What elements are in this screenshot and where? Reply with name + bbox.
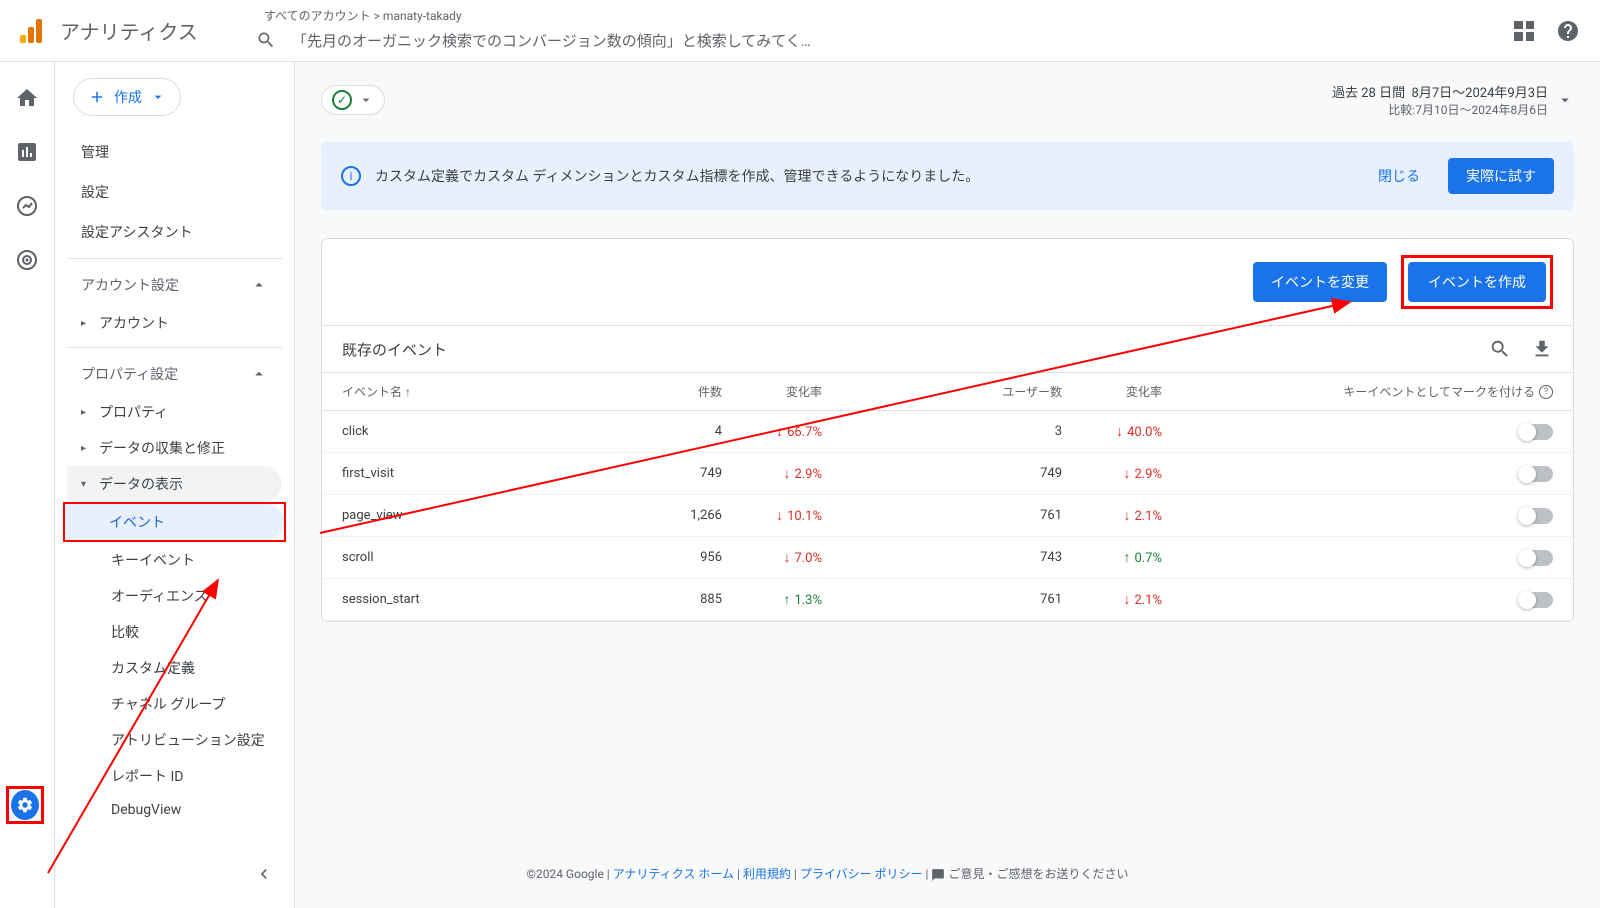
search-icon <box>256 30 276 50</box>
nav-admin[interactable]: 管理 <box>67 132 282 172</box>
table-row[interactable]: scroll956↓7.0%743↑0.7% <box>322 537 1573 579</box>
key-event-toggle[interactable] <box>1519 550 1553 566</box>
info-icon: i <box>341 166 361 186</box>
admin-gear-highlight <box>6 786 44 824</box>
nav-property-settings[interactable]: プロパティ設定 <box>67 354 282 394</box>
home-icon[interactable] <box>15 86 39 110</box>
check-icon: ✓ <box>332 90 352 110</box>
nav-account[interactable]: ▸アカウント <box>67 305 282 341</box>
events-card: イベントを変更 イベントを作成 既存のイベント イベント名 ↑ 件数 変化率 ユ… <box>321 238 1574 622</box>
chevron-down-icon <box>358 92 374 108</box>
banner-try-button[interactable]: 実際に試す <box>1448 158 1554 194</box>
table-row[interactable]: session_start885↑1.3%761↓2.1% <box>322 579 1573 621</box>
reports-icon[interactable] <box>15 140 39 164</box>
nav-setup-assistant[interactable]: 設定アシスタント <box>67 212 282 252</box>
gear-icon <box>16 796 34 814</box>
table-row[interactable]: click4↓66.7%3↓40.0% <box>322 411 1573 453</box>
explore-icon[interactable] <box>15 194 39 218</box>
help-icon[interactable]: ? <box>1539 385 1553 399</box>
feedback-icon <box>931 868 945 882</box>
nav-debugview[interactable]: DebugView <box>67 794 282 826</box>
key-event-toggle[interactable] <box>1519 508 1553 524</box>
main-content: ✓ 過去 28 日間 8月7日～2024年9月3日 比較:7月10日～2024年… <box>295 62 1600 908</box>
table-row[interactable]: first_visit749↓2.9%749↓2.9% <box>322 453 1573 495</box>
table-title: 既存のイベント <box>342 339 447 360</box>
status-pill[interactable]: ✓ <box>321 85 385 115</box>
nav-account-settings[interactable]: アカウント設定 <box>67 265 282 305</box>
nav-data-display[interactable]: ▾データの表示 <box>67 466 282 502</box>
create-event-highlight: イベントを作成 <box>1401 255 1553 309</box>
nav-audiences[interactable]: オーディエンス <box>67 578 282 614</box>
search-icon[interactable] <box>1489 338 1511 360</box>
footer-privacy-link[interactable]: プライバシー ポリシー <box>800 867 923 881</box>
chevron-up-icon <box>250 276 268 294</box>
nav-report-id[interactable]: レポート ID <box>67 758 282 794</box>
chevron-down-icon <box>1556 91 1574 109</box>
nav-custom-definitions[interactable]: カスタム定義 <box>67 650 282 686</box>
plus-icon <box>88 88 106 106</box>
nav-property[interactable]: ▸プロパティ <box>67 394 282 430</box>
download-icon[interactable] <box>1531 338 1553 360</box>
admin-sidebar: 作成 管理 設定 設定アシスタント アカウント設定 ▸アカウント プロパティ設定… <box>55 62 295 908</box>
admin-button[interactable] <box>11 790 39 820</box>
create-event-button[interactable]: イベントを作成 <box>1408 262 1546 302</box>
modify-event-button[interactable]: イベントを変更 <box>1253 262 1387 302</box>
nav-data-collection[interactable]: ▸データの収集と修正 <box>67 430 282 466</box>
chevron-up-icon <box>250 365 268 383</box>
events-table: イベント名 ↑ 件数 変化率 ユーザー数 変化率 キーイベントとしてマークを付け… <box>322 372 1573 621</box>
nav-settings[interactable]: 設定 <box>67 172 282 212</box>
apps-icon[interactable] <box>1514 21 1534 41</box>
key-event-toggle[interactable] <box>1519 424 1553 440</box>
table-row[interactable]: page_view1,266↓10.1%761↓2.1% <box>322 495 1573 537</box>
key-event-toggle[interactable] <box>1519 466 1553 482</box>
footer-terms-link[interactable]: 利用規約 <box>743 867 791 881</box>
ga-logo-icon <box>20 19 44 43</box>
banner-close-button[interactable]: 閉じる <box>1364 158 1434 194</box>
search-input[interactable]: 「先月のオーガニック検索でのコンバージョン数の傾向」と検索してみてく… <box>240 26 920 55</box>
nav-rail <box>0 62 55 908</box>
date-range-picker[interactable]: 過去 28 日間 8月7日～2024年9月3日 比較:7月10日～2024年8月… <box>1332 82 1574 118</box>
app-header: アナリティクス すべてのアカウント > manaty-takady 「先月のオー… <box>0 0 1600 62</box>
footer-home-link[interactable]: アナリティクス ホーム <box>613 867 734 881</box>
nav-channel-groups[interactable]: チャネル グループ <box>67 686 282 722</box>
nav-events[interactable]: イベント <box>65 504 284 540</box>
key-event-toggle[interactable] <box>1519 592 1553 608</box>
nav-compare[interactable]: 比較 <box>67 614 282 650</box>
app-title: アナリティクス <box>60 16 198 45</box>
nav-key-events[interactable]: キーイベント <box>67 542 282 578</box>
create-button[interactable]: 作成 <box>73 78 181 116</box>
nav-attribution[interactable]: アトリビューション設定 <box>67 722 282 758</box>
breadcrumb[interactable]: すべてのアカウント > manaty-takady <box>240 7 1514 24</box>
help-icon[interactable] <box>1556 19 1580 43</box>
footer: ©2024 Google | アナリティクス ホーム | 利用規約 | プライバ… <box>55 845 1600 902</box>
info-banner: i カスタム定義でカスタム ディメンションとカスタム指標を作成、管理できるように… <box>321 142 1574 210</box>
advertising-icon[interactable] <box>15 248 39 272</box>
chevron-down-icon <box>150 89 166 105</box>
